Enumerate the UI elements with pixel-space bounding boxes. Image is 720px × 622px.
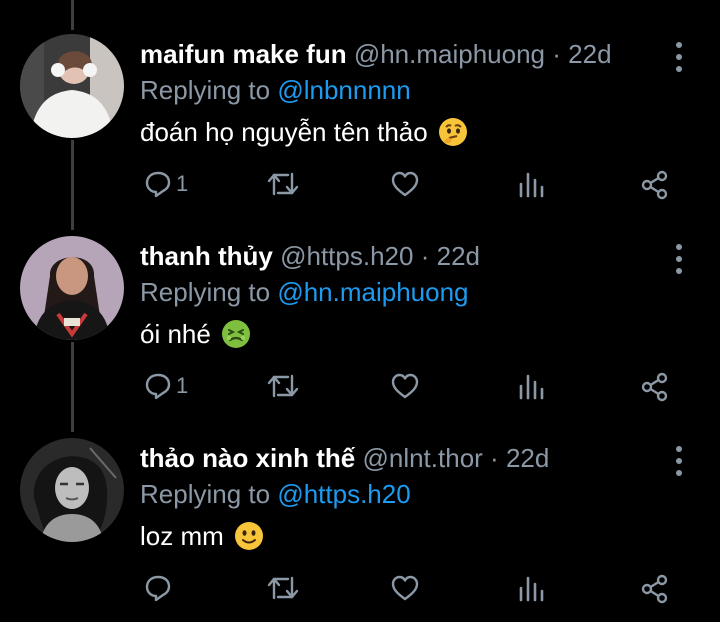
reply-icon (145, 575, 171, 602)
replying-to-line: Replying to @hn.maiphuong (140, 274, 469, 310)
tweet-header: maifun make fun @hn.maiphuong · 22d (140, 36, 612, 72)
reply-button[interactable]: 1 (144, 170, 188, 198)
bar-chart-icon (519, 374, 544, 400)
tweet-actions: 1 (0, 372, 720, 408)
replying-to-label: Replying to (140, 479, 271, 509)
reply-button[interactable] (144, 574, 176, 602)
more-options-icon[interactable] (669, 244, 689, 274)
tweet-text: loz mm (140, 518, 264, 554)
mention-link[interactable]: @hn.maiphuong (277, 277, 468, 307)
user-handle[interactable]: @hn.maiphuong (354, 39, 545, 69)
tweet-text-content: đoán họ nguyễn tên thảo (140, 117, 428, 147)
separator-dot: · (490, 443, 499, 473)
replying-to-line: Replying to @lnbnnnnn (140, 72, 411, 108)
separator-dot: · (420, 241, 430, 271)
replying-to-line: Replying to @https.h20 (140, 476, 411, 512)
retweet-icon (267, 576, 299, 600)
heart-icon (391, 171, 419, 197)
tweet-text: đoán họ nguyễn tên thảo (140, 114, 468, 150)
user-handle[interactable]: @nlnt.thor (362, 443, 482, 473)
reply-icon (145, 171, 171, 198)
retweet-button[interactable] (266, 372, 300, 400)
separator-dot: · (552, 39, 561, 69)
reply-count: 1 (176, 171, 189, 196)
tweet-text-content: ói nhé (140, 319, 211, 349)
retweet-button[interactable] (266, 574, 300, 602)
retweet-icon (267, 172, 299, 196)
views-button[interactable] (518, 574, 544, 602)
like-button[interactable] (390, 372, 420, 400)
timestamp[interactable]: 22d (437, 241, 480, 271)
share-icon (641, 170, 668, 200)
thinking-face-icon (438, 118, 467, 146)
mention-link[interactable]: @https.h20 (277, 479, 410, 509)
display-name[interactable]: thảo nào xinh thế (140, 443, 355, 473)
tweet[interactable]: thảo nào xinh thế @nlnt.thor · 22d Reply… (0, 404, 720, 609)
heart-icon (391, 373, 419, 399)
bar-chart-icon (519, 172, 544, 198)
like-button[interactable] (390, 170, 420, 198)
tweet-actions (0, 574, 720, 610)
views-button[interactable] (518, 170, 544, 198)
share-icon (641, 574, 668, 604)
tweet[interactable]: thanh thủy @https.h20 · 22d Replying to … (0, 202, 720, 407)
reply-count: 1 (176, 373, 189, 398)
display-name[interactable]: maifun make fun (140, 39, 347, 69)
views-button[interactable] (518, 372, 544, 400)
timestamp[interactable]: 22d (506, 443, 549, 473)
tweet-text: ói nhé (140, 316, 251, 352)
replying-to-label: Replying to (140, 277, 271, 307)
bar-chart-icon (519, 576, 544, 602)
tweet-header: thanh thủy @https.h20 · 22d (140, 238, 480, 274)
avatar[interactable] (20, 34, 124, 138)
mention-link[interactable]: @lnbnnnnn (277, 75, 410, 105)
share-button[interactable] (640, 574, 670, 604)
reply-icon (145, 373, 171, 400)
retweet-icon (267, 374, 299, 398)
display-name[interactable]: thanh thủy (140, 241, 273, 271)
share-icon (641, 372, 668, 402)
more-options-icon[interactable] (669, 42, 689, 72)
replying-to-label: Replying to (140, 75, 271, 105)
more-options-icon[interactable] (669, 446, 689, 476)
share-button[interactable] (640, 372, 670, 402)
user-handle[interactable]: @https.h20 (280, 241, 413, 271)
tweet-header: thảo nào xinh thế @nlnt.thor · 22d (140, 440, 549, 476)
like-button[interactable] (390, 574, 420, 602)
reply-button[interactable]: 1 (144, 372, 188, 400)
tweet[interactable]: maifun make fun @hn.maiphuong · 22d Repl… (0, 0, 720, 205)
nauseated-face-icon (221, 320, 250, 348)
heart-icon (391, 575, 419, 601)
tweet-actions: 1 (0, 170, 720, 206)
timestamp[interactable]: 22d (568, 39, 611, 69)
avatar[interactable] (20, 438, 124, 542)
retweet-button[interactable] (266, 170, 300, 198)
share-button[interactable] (640, 170, 670, 200)
slightly-smiling-face-icon (234, 522, 263, 550)
tweet-text-content: loz mm (140, 521, 224, 551)
avatar[interactable] (20, 236, 124, 340)
